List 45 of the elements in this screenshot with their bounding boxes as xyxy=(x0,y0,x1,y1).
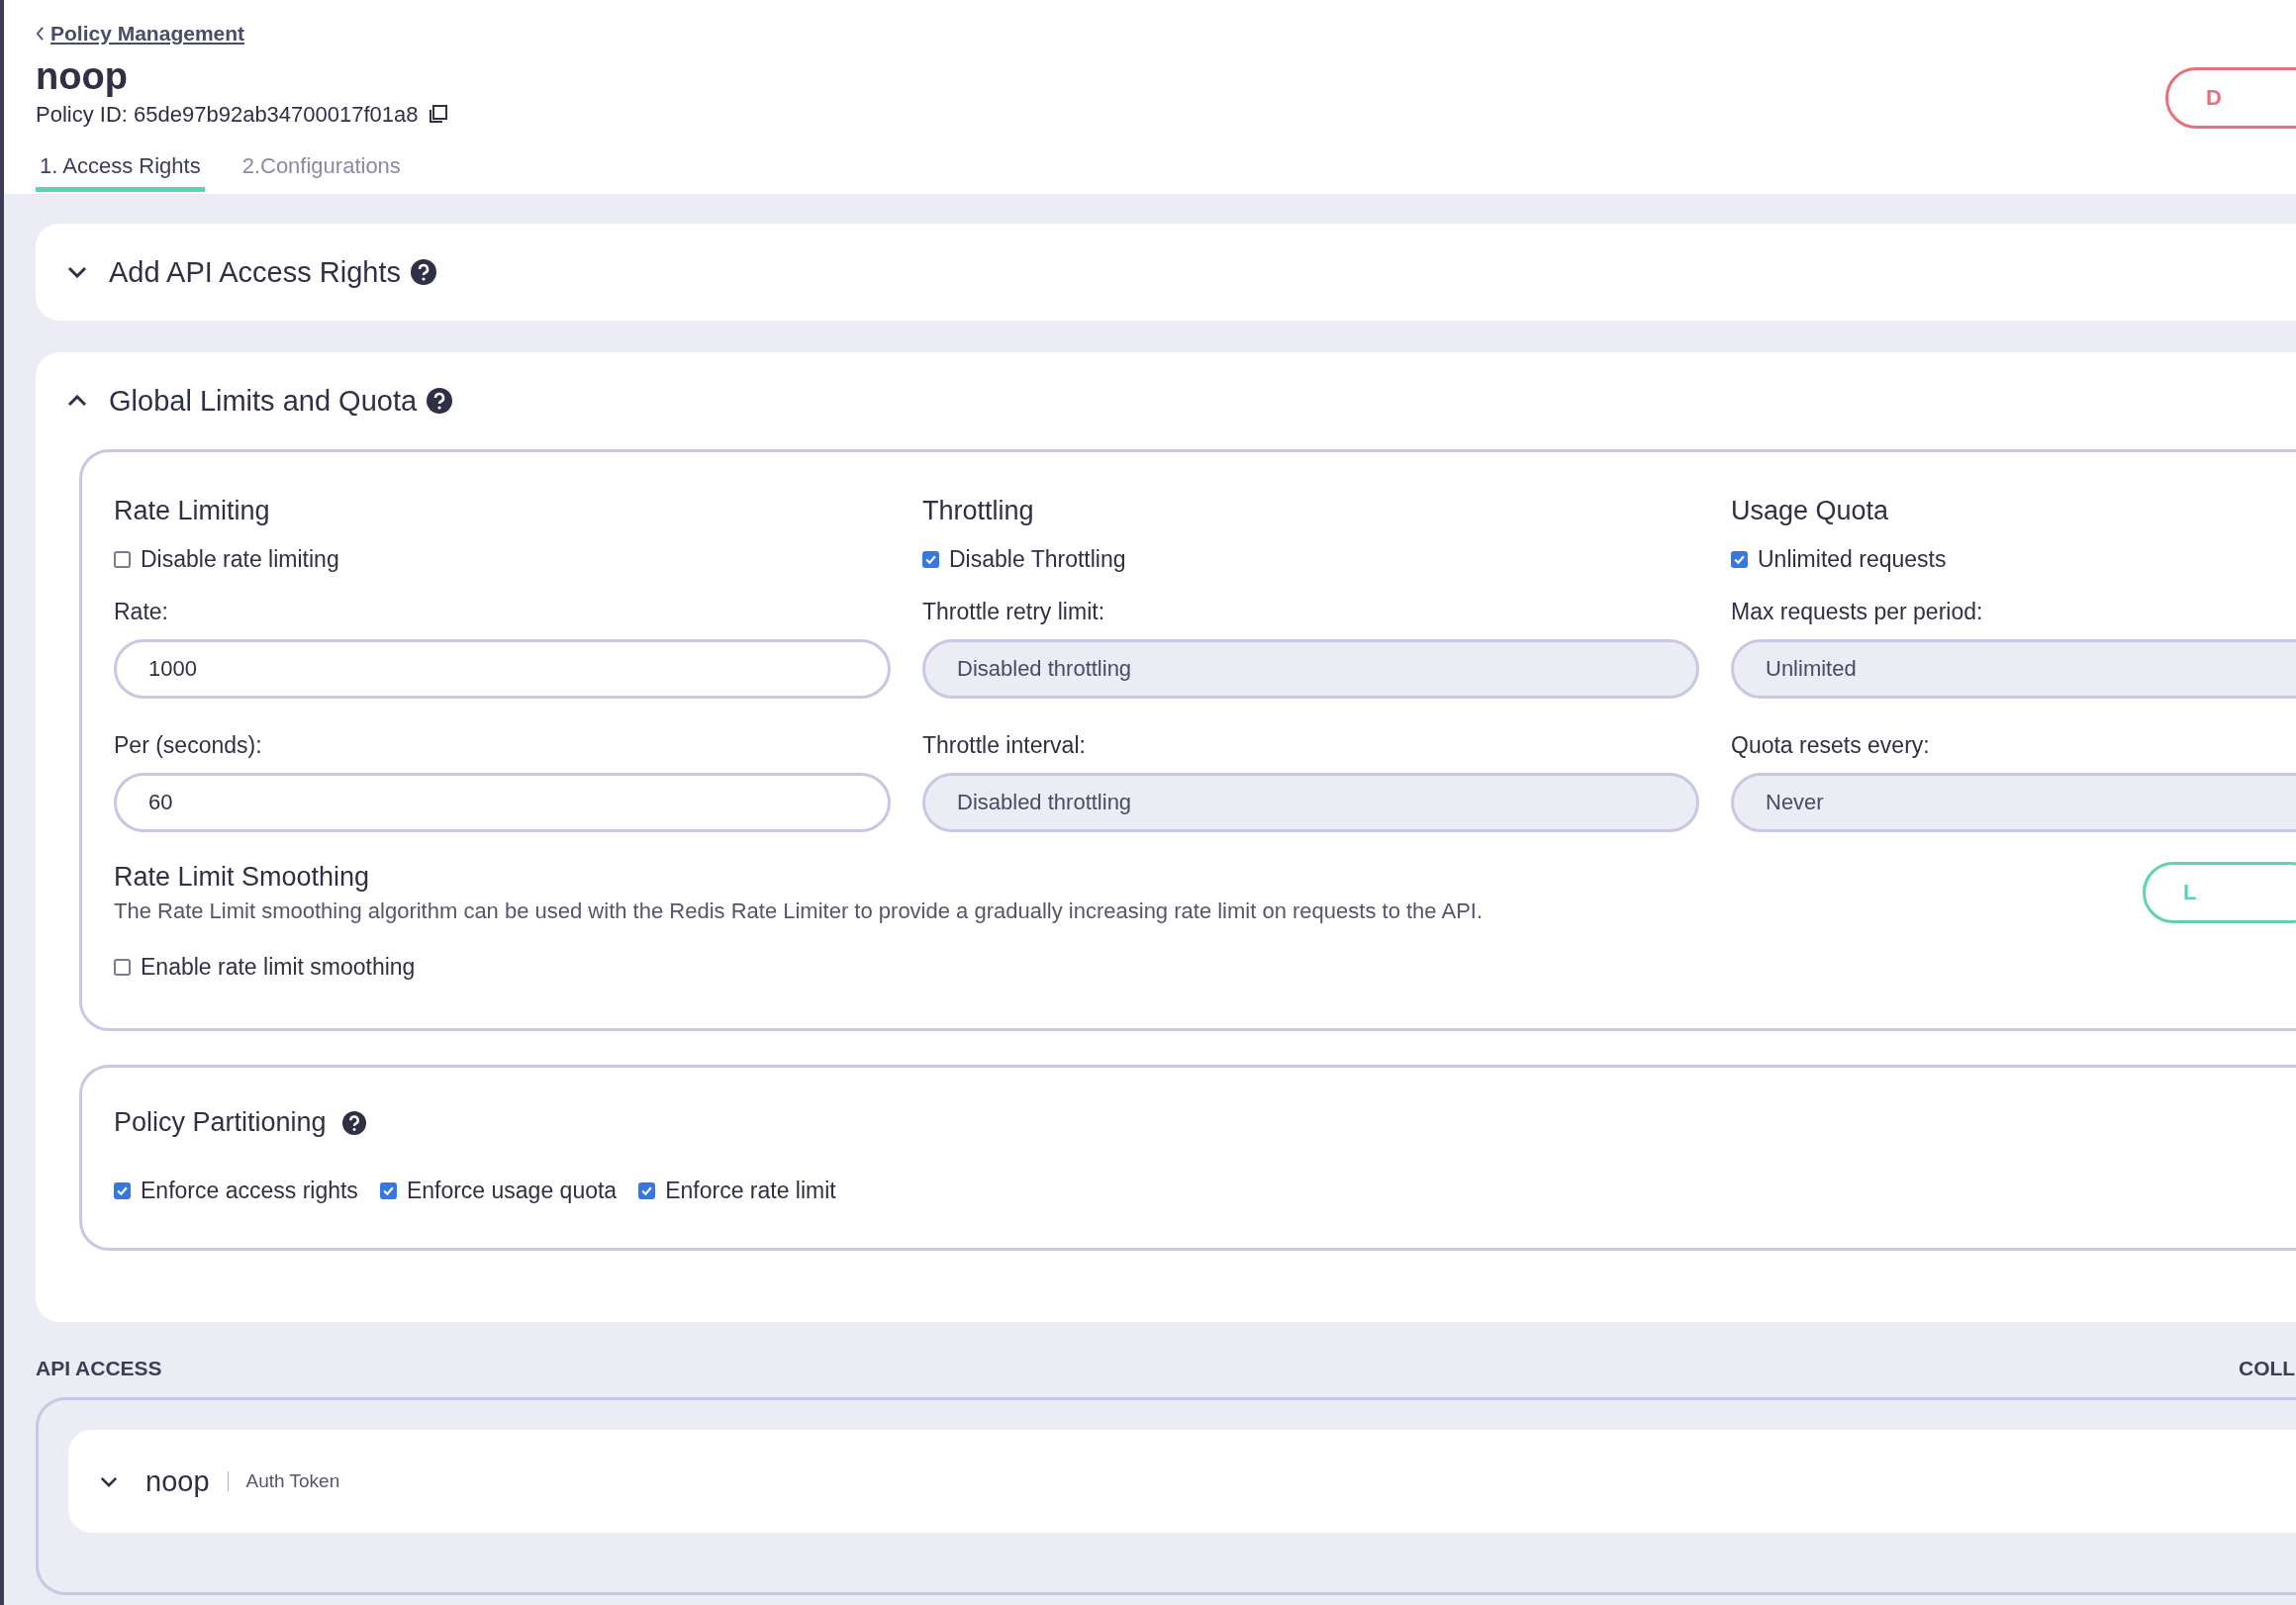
column-heading: Rate Limiting xyxy=(114,496,271,526)
section-title: Global Limits and Quota xyxy=(109,384,418,418)
field-label: Per (seconds): xyxy=(114,732,263,759)
checkbox-label: Disable Throttling xyxy=(949,546,1126,573)
tab[interactable]: 1. Access Rights xyxy=(36,149,205,192)
checkbox-label: Disable rate limiting xyxy=(141,546,339,573)
chevron-icon[interactable] xyxy=(100,1475,118,1487)
input-field[interactable]: 60 xyxy=(114,773,891,832)
field-label: Rate: xyxy=(114,599,169,625)
checkbox[interactable] xyxy=(1731,551,1748,568)
auth-type: Auth Token xyxy=(245,1470,340,1492)
checkbox[interactable] xyxy=(114,551,131,568)
checkbox[interactable] xyxy=(922,551,939,568)
chevron-icon[interactable] xyxy=(67,395,87,407)
checkbox[interactable] xyxy=(379,1182,397,1199)
help-icon[interactable] xyxy=(427,388,453,414)
field-label: Throttle interval: xyxy=(922,732,1087,759)
policy-id: Policy ID: 65de97b92ab34700017f01a8 xyxy=(36,102,419,128)
checkbox[interactable] xyxy=(638,1182,656,1199)
back-link[interactable]: Policy Management xyxy=(36,22,245,46)
smoothing-heading: Rate Limit Smoothing xyxy=(114,862,371,893)
checkbox-label: Enforce access rights xyxy=(141,1178,358,1204)
checkbox-label: Enforce rate limit xyxy=(665,1178,836,1204)
checkbox-label: Unlimited requests xyxy=(1758,546,1947,573)
api-name: noop xyxy=(145,1464,210,1498)
help-icon[interactable] xyxy=(341,1110,366,1135)
field-label: Quota resets every: xyxy=(1731,732,1931,759)
field-label: Max requests per period: xyxy=(1731,599,1984,625)
column-heading: Throttling xyxy=(922,496,1035,526)
section-title: Add API Access Rights xyxy=(109,255,401,289)
partitioning-title: Policy Partitioning xyxy=(114,1107,327,1138)
api-access-heading: API ACCESS xyxy=(36,1357,162,1380)
checkbox[interactable] xyxy=(114,1182,131,1199)
smoothing-description: The Rate Limit smoothing algorithm can be used with the Redis Rate Limiter to provide a gradually increasing rate limit on requests to the API. xyxy=(114,898,1483,924)
help-icon[interactable] xyxy=(411,259,436,285)
checkbox[interactable] xyxy=(114,959,131,976)
checkbox-label: Enable rate limit smoothing xyxy=(141,954,416,981)
collapse-link[interactable]: COLL xyxy=(2239,1357,2296,1380)
policy-title: noop xyxy=(36,55,129,98)
chevron-icon[interactable] xyxy=(67,266,87,278)
field-label: Throttle retry limit: xyxy=(922,599,1106,625)
caret-icon[interactable] xyxy=(36,27,45,41)
checkbox-label: Enforce usage quota xyxy=(406,1178,618,1204)
column-heading: Usage Quota xyxy=(1731,496,1890,526)
input-field[interactable]: 1000 xyxy=(114,639,891,699)
